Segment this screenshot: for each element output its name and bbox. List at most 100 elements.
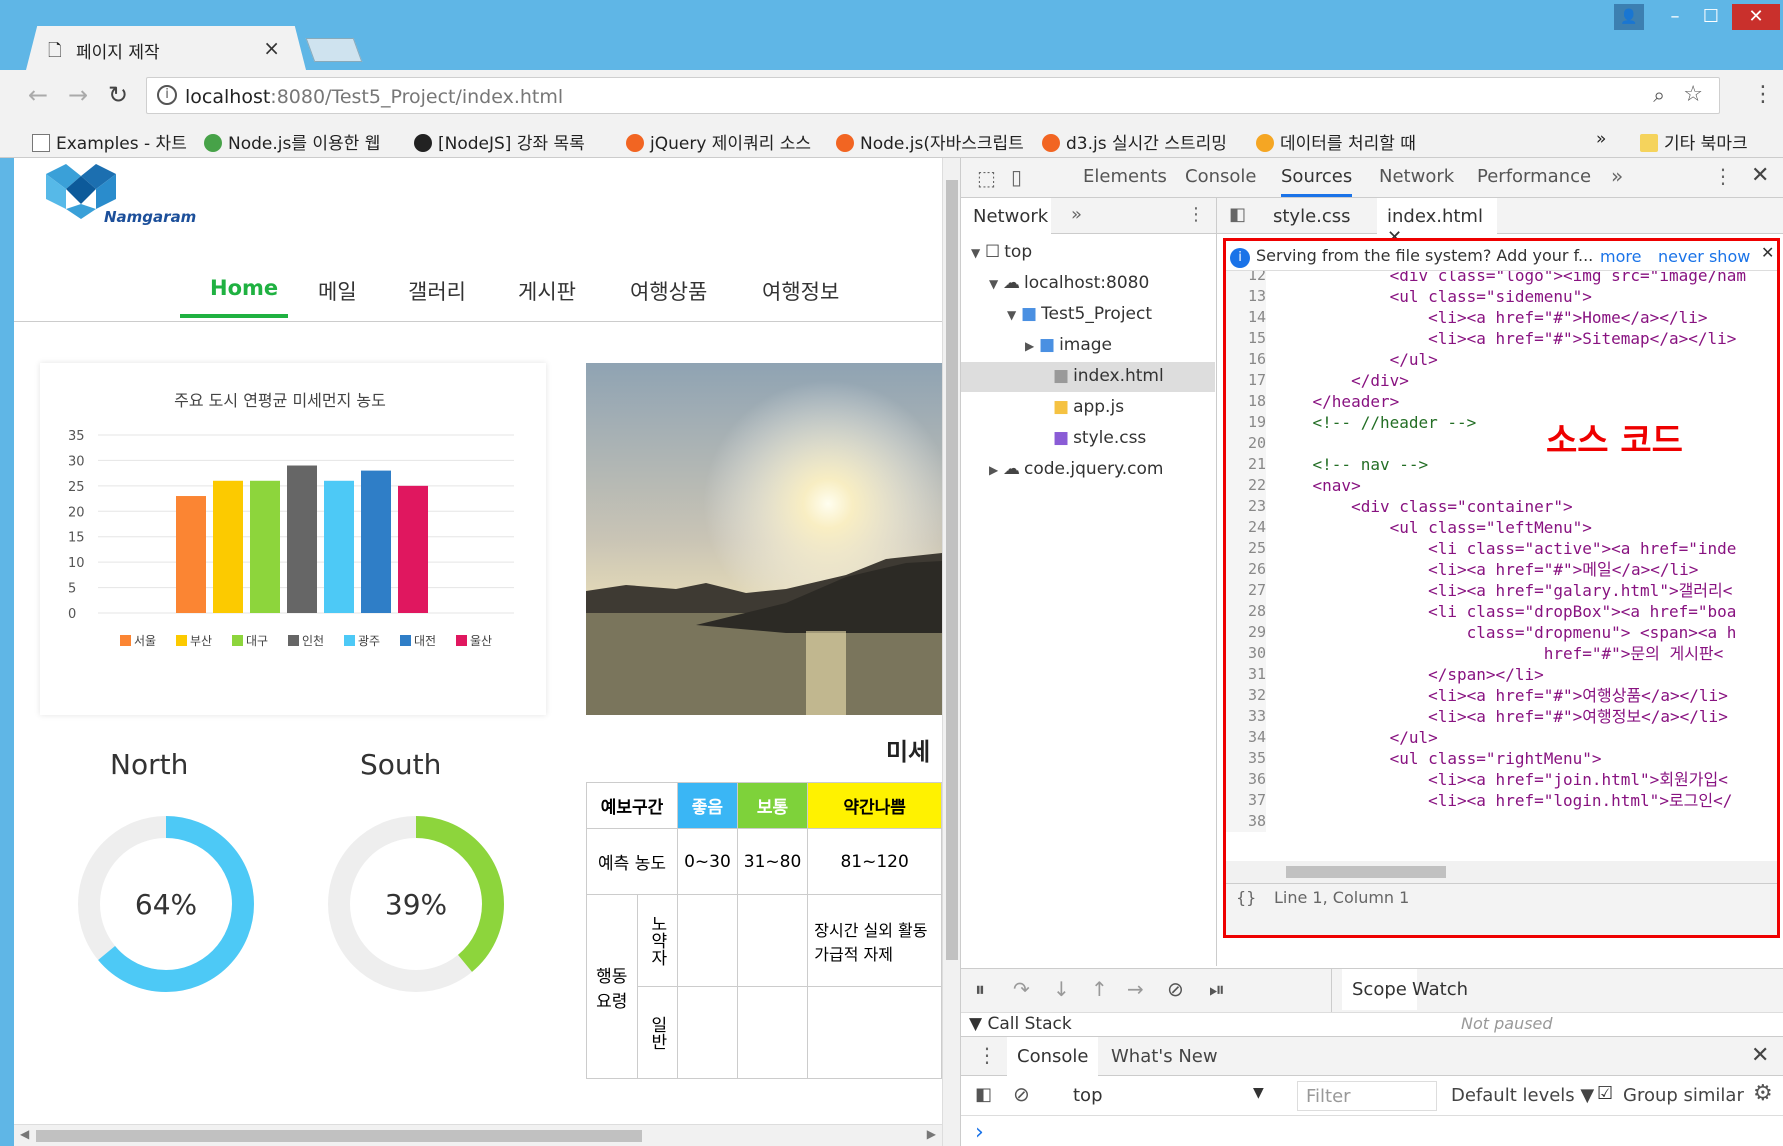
file-tab-index[interactable]: index.html ✕ [1377, 198, 1497, 248]
tree-item[interactable]: ■ app.js [961, 393, 1215, 423]
nav-item[interactable]: 메일 [318, 276, 357, 306]
drawer-whatsnew-tab[interactable]: What's New [1111, 1046, 1218, 1067]
forward-icon[interactable]: → [68, 81, 88, 109]
watch-tab[interactable]: Watch [1412, 979, 1468, 1000]
tab-close-icon[interactable]: × [263, 36, 280, 60]
page-vertical-scrollbar[interactable] [942, 158, 960, 1146]
scrollbar-thumb[interactable] [36, 1130, 642, 1142]
other-bookmarks-folder[interactable]: 기타 북마크 [1640, 129, 1748, 154]
zoom-icon[interactable]: ⌕ [1653, 83, 1665, 108]
devtools-tab[interactable]: Network [1379, 166, 1454, 187]
tree-item[interactable]: ▶ ☁ code.jquery.com [961, 455, 1215, 485]
scrollbar-thumb[interactable] [946, 180, 958, 960]
bookmark-item[interactable]: Node.js를 이용한 웹 [204, 129, 380, 154]
console-settings-icon[interactable]: ⚙ [1753, 1081, 1773, 1106]
pretty-print-icon[interactable]: {} [1236, 888, 1256, 907]
device-icon[interactable]: ▯ [1011, 165, 1022, 189]
sidebar-toggle-icon[interactable]: ◧ [975, 1084, 992, 1105]
devtools-tab[interactable]: Elements [1083, 166, 1167, 187]
tree-icon: ■ [1039, 335, 1056, 355]
close-devtools-icon[interactable]: ✕ [1751, 163, 1769, 188]
tree-item[interactable]: ■ style.css [961, 424, 1215, 454]
bookmark-item[interactable]: Examples - 차트 [32, 129, 187, 154]
code-area[interactable]: 12 <div class="logo"><img src="image/nam… [1226, 271, 1777, 861]
reload-icon[interactable]: ↻ [108, 81, 128, 109]
scrollbar-thumb[interactable] [1286, 866, 1446, 878]
step-icon[interactable]: → [1127, 977, 1144, 1001]
scroll-left-icon[interactable]: ◀ [20, 1127, 29, 1141]
menu-icon[interactable]: ⋮ [1752, 82, 1774, 107]
new-tab-button[interactable] [305, 38, 363, 62]
context-dropdown-icon[interactable]: ▼ [1253, 1085, 1264, 1101]
toggle-navigator-icon[interactable]: ◧ [1229, 204, 1246, 225]
close-info-icon[interactable]: ✕ [1761, 243, 1774, 262]
tree-item[interactable]: ▼ ☐ top [961, 238, 1215, 268]
navigator-header: Network » ⋮ [961, 198, 1217, 234]
step-over-icon[interactable]: ↷ [1013, 977, 1030, 1001]
settings-icon[interactable]: ⋮ [1713, 164, 1733, 188]
minimize-button[interactable]: – [1660, 4, 1690, 30]
tree-item[interactable]: ▼ ■ Test5_Project [961, 300, 1215, 330]
nav-item[interactable]: Home [210, 276, 278, 300]
address-bar[interactable]: i localhost:8080/Test5_Project/index.htm… [146, 77, 1720, 114]
pause-icon[interactable]: ⏸ [975, 977, 985, 1001]
nav-menu-icon[interactable]: ⋮ [1187, 204, 1205, 225]
devtools-tab[interactable]: Console [1185, 166, 1256, 187]
tree-item[interactable]: ▶ ■ image [961, 331, 1215, 361]
deactivate-breakpoints-icon[interactable]: ⊘ [1167, 977, 1184, 1001]
nav-item[interactable]: 여행상품 [630, 276, 707, 306]
bookmark-item[interactable]: 데이터를 처리할 때 [1256, 129, 1416, 154]
site-logo[interactable]: Namgaram [46, 164, 196, 226]
filter-input[interactable]: Filter [1297, 1081, 1437, 1111]
context-select[interactable]: top [1073, 1085, 1103, 1106]
inspect-icon[interactable]: ⬚ [977, 166, 996, 190]
pause-on-exceptions-icon[interactable]: ⏯ [1209, 977, 1225, 1001]
table-cell [677, 894, 738, 987]
bookmark-item[interactable]: d3.js 실시간 스트리밍 [1042, 129, 1227, 154]
more-tabs-icon[interactable]: » [1611, 164, 1623, 188]
devtools-tab[interactable]: Sources [1281, 166, 1353, 197]
step-into-icon[interactable]: ↓ [1053, 977, 1070, 1001]
file-tab-style[interactable]: style.css [1273, 206, 1351, 227]
clear-console-icon[interactable]: ⊘ [1013, 1082, 1030, 1106]
bookmark-item[interactable]: jQuery 제이쿼리 소스 [626, 129, 811, 154]
code-line: 19 <!-- //header --> [1226, 412, 1777, 433]
tree-item[interactable]: ▼ ☁ localhost:8080 [961, 269, 1215, 299]
nav-item[interactable]: 여행정보 [762, 276, 839, 306]
info-icon[interactable]: i [157, 85, 177, 105]
close-window-button[interactable]: ✕ [1732, 4, 1780, 30]
star-icon[interactable]: ☆ [1683, 82, 1703, 107]
maximize-button[interactable]: ☐ [1696, 4, 1726, 30]
tree-item[interactable]: ■ index.html [961, 362, 1215, 392]
call-stack-header[interactable]: ▼ Call Stack [969, 1014, 1072, 1034]
source-editor[interactable]: i Serving from the file system? Add your … [1223, 238, 1780, 938]
bookmark-item[interactable]: [NodeJS] 강좌 목록 [414, 129, 585, 154]
scope-tab[interactable]: Scope [1342, 969, 1417, 1010]
tree-icon: ☁ [1003, 273, 1020, 293]
bookmarks-more[interactable]: » [1596, 129, 1606, 149]
browser-tab[interactable]: 🗋 페이지 제작 × [26, 26, 306, 70]
table-cell: 노약자 [636, 894, 679, 987]
levels-select[interactable]: Default levels ▼ [1451, 1085, 1594, 1106]
code-hscroll[interactable] [1226, 861, 1777, 883]
scroll-right-icon[interactable]: ▶ [927, 1127, 936, 1141]
horizontal-scrollbar[interactable]: ◀ ▶ [14, 1124, 942, 1146]
never-show-link[interactable]: never show [1658, 247, 1750, 266]
close-drawer-icon[interactable]: ✕ [1751, 1043, 1769, 1068]
nav-more-icon[interactable]: » [1071, 204, 1082, 225]
more-link[interactable]: more [1600, 247, 1641, 266]
drawer-console-tab[interactable]: Console [1007, 1037, 1099, 1076]
group-similar-checkbox[interactable]: ☑ [1597, 1083, 1613, 1104]
bookmark-item[interactable]: Node.js(자바스크립트 [836, 129, 1024, 154]
console-prompt[interactable]: › [975, 1120, 984, 1145]
drawer-menu-icon[interactable]: ⋮ [977, 1043, 997, 1067]
nav-tab-network[interactable]: Network [961, 198, 1051, 234]
nav-item[interactable]: 갤러리 [408, 276, 466, 306]
bar [176, 496, 206, 613]
profile-icon[interactable]: 👤 [1614, 4, 1644, 30]
back-icon[interactable]: ← [28, 81, 48, 109]
step-out-icon[interactable]: ↑ [1091, 977, 1108, 1001]
nav-item[interactable]: 게시판 [518, 276, 576, 306]
devtools-tab[interactable]: Performance [1477, 166, 1591, 187]
header-good: 좋음 [677, 782, 738, 829]
